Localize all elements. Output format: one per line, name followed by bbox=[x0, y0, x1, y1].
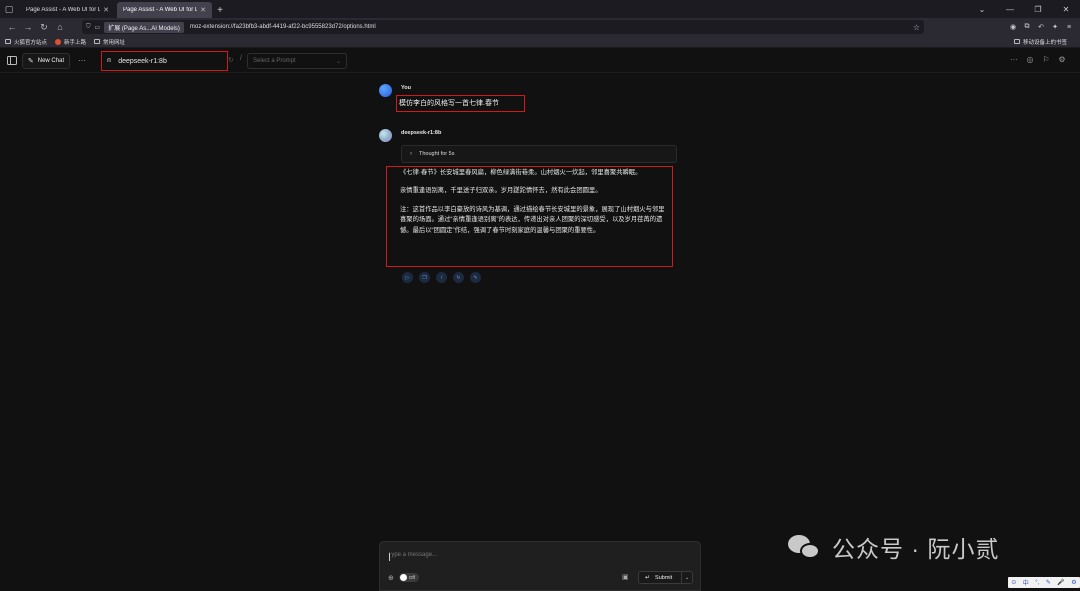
watermark: 公众号 · 阮小贰 bbox=[788, 530, 999, 564]
bookmark-label: 新手上路 bbox=[64, 39, 87, 46]
browser-tab-2[interactable]: Page Assist - A Web UI for Local ✕ bbox=[117, 2, 212, 18]
minimize-icon[interactable]: — bbox=[996, 5, 1024, 14]
separator: / bbox=[240, 55, 242, 62]
close-window-icon[interactable]: ✕ bbox=[1052, 5, 1080, 14]
ime-item[interactable]: °, bbox=[1035, 580, 1039, 586]
sidebar-toggle-icon[interactable] bbox=[5, 54, 19, 68]
ime-item[interactable]: ✎ bbox=[1046, 579, 1051, 586]
prompt-selector[interactable]: Select a Prompt ⌄ bbox=[247, 53, 347, 69]
browser-tab-1[interactable]: Page Assist - A Web UI for Local ✕ bbox=[20, 2, 115, 18]
new-chat-label: New Chat bbox=[37, 57, 65, 64]
browser-tab-strip: ▢ Page Assist - A Web UI for Local ✕ Pag… bbox=[0, 0, 1080, 18]
play-icon[interactable]: ▷ bbox=[402, 272, 413, 283]
page-icon: ▭ bbox=[94, 24, 101, 31]
folder-icon bbox=[1013, 39, 1020, 44]
shield-icon[interactable]: ⛉ bbox=[86, 24, 91, 31]
wechat-logo-icon bbox=[788, 533, 822, 561]
back-icon[interactable]: ← bbox=[4, 19, 20, 35]
regenerate-icon[interactable]: ↻ bbox=[453, 272, 464, 283]
extension-icon[interactable]: ⧉ bbox=[1020, 23, 1034, 31]
settings-icon[interactable]: ⚙ bbox=[1054, 55, 1070, 64]
annotation-highlight bbox=[101, 51, 228, 71]
ime-item[interactable]: ⚙ bbox=[1071, 579, 1076, 586]
github-icon[interactable]: ◎ bbox=[1022, 55, 1038, 64]
bookmark-icon[interactable]: ⚐ bbox=[1038, 55, 1054, 64]
chevron-down-icon: ⌄ bbox=[335, 58, 341, 65]
bot-name: deepseek-r1:8b bbox=[401, 130, 442, 136]
user-name: You bbox=[401, 85, 411, 91]
firefox-icon bbox=[55, 38, 62, 45]
enter-icon: ↵ bbox=[645, 575, 651, 581]
chevron-down-icon[interactable]: ⌄ bbox=[682, 575, 692, 581]
ime-logo-icon[interactable]: ⊙ bbox=[1011, 579, 1016, 586]
web-search-toggle[interactable]: Off bbox=[399, 573, 419, 582]
chevron-down-icon[interactable]: ⌄ bbox=[968, 5, 996, 14]
message-composer: ⊕ Off ▣ ↵ Submit ⌄ bbox=[379, 541, 701, 591]
submit-button[interactable]: ↵ Submit ⌄ bbox=[638, 571, 693, 584]
edit-icon[interactable]: ✎ bbox=[470, 272, 481, 283]
watermark-text: 公众号 · 阮小贰 bbox=[832, 536, 1000, 562]
new-tab-button[interactable]: + bbox=[212, 2, 228, 18]
bookmarks-bar: 火狐官方站点 新手上路 常用网址 移动设备上的书签 bbox=[0, 36, 1080, 48]
browser-navbar: ← → ↻ ⌂ ⛉ ▭ 扩展 (Page As...AI Models) moz… bbox=[0, 18, 1080, 36]
mobile-bookmarks[interactable]: 移动设备上的书签 bbox=[1013, 38, 1067, 46]
bot-avatar bbox=[379, 129, 392, 142]
annotation-highlight bbox=[396, 95, 525, 112]
menu-icon[interactable]: ≡ bbox=[1062, 24, 1076, 31]
bookmark-label: 移动设备上的书签 bbox=[1022, 39, 1067, 46]
forward-icon[interactable]: → bbox=[20, 19, 36, 35]
info-icon[interactable]: i bbox=[436, 272, 447, 283]
thought-label: Thought for 5s bbox=[419, 151, 455, 157]
toolbar-icons: ◉ ⧉ ↶ ✦ ≡ bbox=[1006, 23, 1076, 31]
bookmark-item[interactable]: 常用网址 bbox=[94, 38, 125, 46]
chevron-right-icon: › bbox=[410, 151, 412, 157]
undo-icon[interactable]: ↶ bbox=[1034, 23, 1048, 31]
puzzle-icon[interactable]: ✦ bbox=[1048, 23, 1062, 31]
extension-chip[interactable]: 扩展 (Page As...AI Models) bbox=[104, 21, 184, 33]
refresh-icon[interactable]: ↻ bbox=[228, 56, 234, 64]
url-text[interactable]: moz-extension://fa23bfb3-abdf-4419-af22-… bbox=[190, 24, 913, 30]
close-icon[interactable]: ✕ bbox=[200, 6, 206, 14]
folder-icon bbox=[94, 39, 101, 44]
bookmark-label: 火狐官方站点 bbox=[14, 39, 48, 46]
star-icon[interactable]: ☆ bbox=[913, 23, 920, 32]
user-avatar bbox=[379, 84, 392, 97]
folder-icon bbox=[5, 39, 11, 44]
ime-toolbar: ⊙ 中 °, ✎ 🎤 ⚙ bbox=[1008, 577, 1080, 588]
ime-item[interactable]: 🎤 bbox=[1057, 579, 1064, 586]
more-options-icon[interactable]: ··· bbox=[76, 56, 88, 65]
new-chat-button[interactable]: ✎ New Chat bbox=[22, 52, 70, 69]
thought-collapsible[interactable]: › Thought for 5s bbox=[401, 145, 677, 163]
reload-icon[interactable]: ↻ bbox=[36, 19, 52, 35]
tab-title: Page Assist - A Web UI for Local bbox=[123, 7, 198, 13]
header-icons: ··· ◎ ⚐ ⚙ bbox=[1006, 55, 1070, 64]
message-actions: ▷ ❐ i ↻ ✎ bbox=[402, 272, 487, 283]
bookmark-label: 常用网址 bbox=[103, 39, 126, 46]
globe-icon[interactable]: ⊕ bbox=[388, 574, 394, 582]
copy-icon[interactable]: ❐ bbox=[419, 272, 430, 283]
image-upload-icon[interactable]: ▣ bbox=[622, 573, 629, 581]
annotation-highlight bbox=[386, 166, 673, 267]
bookmark-item[interactable]: 火狐官方站点 bbox=[5, 38, 47, 46]
url-bar[interactable]: ⛉ ▭ 扩展 (Page As...AI Models) moz-extensi… bbox=[82, 20, 924, 34]
app-header: ✎ New Chat ··· ⍝ deepseek-r1:8b ↻ / Sele… bbox=[0, 49, 1080, 73]
submit-label: Submit bbox=[655, 574, 673, 581]
close-icon[interactable]: ✕ bbox=[103, 6, 109, 14]
window-controls: ⌄ — ❐ ✕ bbox=[968, 0, 1080, 18]
message-input[interactable] bbox=[388, 552, 668, 558]
text-caret bbox=[389, 553, 390, 561]
ime-item[interactable]: 中 bbox=[1023, 578, 1029, 587]
prompt-placeholder: Select a Prompt bbox=[253, 58, 296, 64]
bookmark-item[interactable]: 新手上路 bbox=[55, 38, 86, 46]
tab-title: Page Assist - A Web UI for Local bbox=[26, 7, 101, 13]
firefox-view-icon[interactable]: ▢ bbox=[0, 0, 18, 18]
toggle-knob bbox=[400, 574, 407, 581]
restore-icon[interactable]: ❐ bbox=[1024, 5, 1052, 14]
edit-icon: ✎ bbox=[27, 57, 34, 65]
account-icon[interactable]: ◉ bbox=[1006, 23, 1020, 31]
more-icon[interactable]: ··· bbox=[1006, 55, 1022, 64]
toggle-label: Off bbox=[409, 575, 415, 580]
home-icon[interactable]: ⌂ bbox=[52, 19, 68, 35]
